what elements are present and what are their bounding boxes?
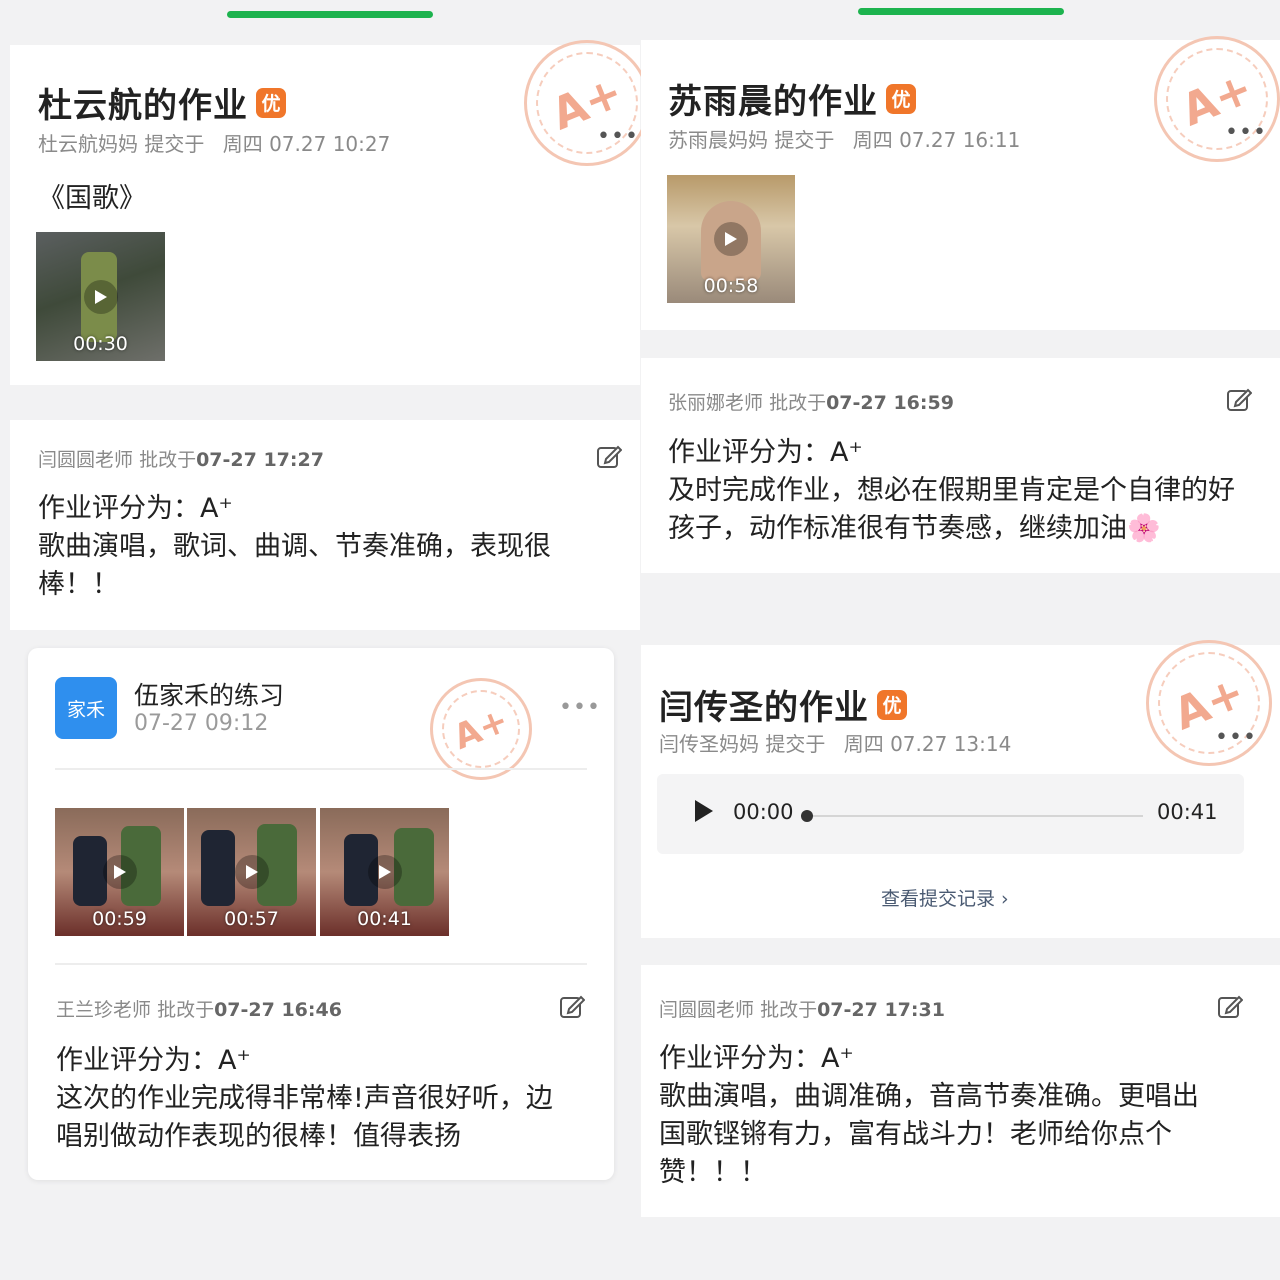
submit-meta: 苏雨晨妈妈 提交于 周四 07.27 16:11 bbox=[668, 124, 1020, 153]
play-icon[interactable] bbox=[693, 798, 715, 824]
divider bbox=[55, 768, 587, 770]
submitted-label: 提交于 bbox=[774, 128, 835, 152]
graded-time: 07-27 16:46 bbox=[214, 999, 342, 1021]
review-text: 作业评分为：A⁺ 及时完成作业，想必在假期里肯定是个自律的好 孩子，动作标准很有… bbox=[668, 434, 1268, 548]
student-avatar[interactable]: 家禾 bbox=[55, 677, 117, 739]
video-duration: 00:58 bbox=[703, 275, 759, 297]
review-comment-2: 孩子，动作标准很有节奏感，继续加油🌸 bbox=[668, 513, 1161, 544]
scroll-indicator bbox=[227, 11, 433, 18]
review-grade: 作业评分为：A⁺ bbox=[668, 437, 863, 468]
play-icon bbox=[234, 855, 269, 889]
video-thumbnail-3[interactable]: 00:41 bbox=[320, 808, 449, 936]
submitted-label: 提交于 bbox=[144, 132, 205, 156]
video-duration: 00:59 bbox=[92, 908, 147, 930]
card-title-row: 苏雨晨的作业 优 bbox=[668, 74, 916, 123]
submit-time: 周四 07.27 13:14 bbox=[843, 732, 1012, 756]
video-thumbnail-1[interactable]: 00:59 bbox=[55, 808, 184, 936]
review-meta: 闫圆圆老师 批改于07-27 17:27 bbox=[38, 445, 324, 472]
review-comment-2: 棒！！ bbox=[38, 569, 119, 600]
teacher-name: 张丽娜老师 bbox=[668, 392, 764, 414]
review-text: 作业评分为：A⁺ 歌曲演唱，曲调准确，音高节奏准确。更唱出 国歌铿锵有力，富有战… bbox=[659, 1040, 1259, 1192]
submitted-label: 提交于 bbox=[765, 732, 826, 756]
submit-meta: 杜云航妈妈 提交于 周四 07.27 10:27 bbox=[38, 128, 390, 157]
audio-progress-handle[interactable] bbox=[801, 810, 813, 822]
graded-time: 07-27 17:27 bbox=[196, 449, 324, 471]
video-duration: 00:30 bbox=[73, 333, 128, 355]
video-duration: 00:57 bbox=[224, 908, 279, 930]
review-comment-2: 国歌铿锵有力，富有战斗力！老师给你点个 bbox=[659, 1119, 1172, 1150]
audio-total-time: 00:41 bbox=[1157, 800, 1218, 824]
teacher-name: 王兰珍老师 bbox=[56, 999, 152, 1021]
submitter-name: 闫传圣妈妈 bbox=[659, 732, 759, 756]
submitter-name: 苏雨晨妈妈 bbox=[668, 128, 768, 152]
review-comment-1: 这次的作业完成得非常棒!声音很好听，边 bbox=[56, 1083, 553, 1114]
more-options-icon[interactable]: ••• bbox=[559, 697, 601, 719]
view-submission-records-link[interactable]: 查看提交记录 › bbox=[881, 884, 1009, 911]
play-icon bbox=[714, 222, 748, 256]
submitter-name: 杜云航妈妈 bbox=[38, 132, 138, 156]
more-options-icon[interactable]: ••• bbox=[1225, 122, 1267, 144]
review-meta: 王兰珍老师 批改于07-27 16:46 bbox=[56, 995, 342, 1022]
review-meta: 闫圆圆老师 批改于07-27 17:31 bbox=[659, 995, 945, 1022]
play-icon bbox=[367, 855, 402, 889]
graded-label: 批改于 bbox=[157, 999, 215, 1021]
audio-player: 00:00 00:41 bbox=[657, 774, 1244, 854]
card-title-row: 杜云航的作业 优 bbox=[38, 78, 286, 127]
more-options-icon[interactable]: ••• bbox=[597, 126, 639, 148]
card-title-row: 闫传圣的作业 优 bbox=[659, 680, 907, 729]
review-grade: 作业评分为：A⁺ bbox=[38, 493, 233, 524]
play-icon bbox=[102, 855, 137, 889]
card-title: 苏雨晨的作业 bbox=[668, 82, 878, 122]
teacher-name: 闫圆圆老师 bbox=[38, 449, 134, 471]
graded-label: 批改于 bbox=[769, 392, 827, 414]
edit-icon[interactable] bbox=[596, 443, 622, 469]
review-comment-2: 唱别做动作表现的很棒！值得表扬 bbox=[56, 1121, 461, 1152]
grade-stamp: A+ bbox=[430, 678, 532, 780]
review-meta: 张丽娜老师 批改于07-27 16:59 bbox=[668, 388, 954, 415]
review-grade: 作业评分为：A⁺ bbox=[659, 1043, 854, 1074]
scroll-indicator bbox=[858, 8, 1064, 15]
graded-time: 07-27 16:59 bbox=[826, 392, 954, 414]
video-thumbnail[interactable]: 00:30 bbox=[36, 232, 165, 361]
video-thumbnail[interactable]: 00:58 bbox=[667, 175, 795, 303]
graded-label: 批改于 bbox=[139, 449, 197, 471]
excellent-badge: 优 bbox=[886, 83, 916, 114]
edit-icon[interactable] bbox=[1217, 993, 1243, 1019]
review-comment-3: 赞！！！ bbox=[659, 1157, 767, 1188]
excellent-badge: 优 bbox=[877, 689, 907, 720]
song-title: 《国歌》 bbox=[38, 183, 146, 214]
video-thumbnail-2[interactable]: 00:57 bbox=[187, 808, 316, 936]
excellent-badge: 优 bbox=[256, 87, 286, 118]
graded-label: 批改于 bbox=[760, 999, 818, 1021]
review-comment-1: 及时完成作业，想必在假期里肯定是个自律的好 bbox=[668, 475, 1235, 506]
edit-icon[interactable] bbox=[559, 993, 585, 1019]
video-duration: 00:41 bbox=[357, 908, 412, 930]
submit-meta: 闫传圣妈妈 提交于 周四 07.27 13:14 bbox=[659, 728, 1011, 757]
teacher-name: 闫圆圆老师 bbox=[659, 999, 755, 1021]
practice-date: 07-27 09:12 bbox=[134, 711, 269, 736]
review-grade: 作业评分为：A⁺ bbox=[56, 1045, 251, 1076]
card-title: 杜云航的作业 bbox=[38, 86, 248, 126]
audio-current-time: 00:00 bbox=[733, 800, 794, 824]
card-title: 闫传圣的作业 bbox=[659, 688, 869, 728]
graded-time: 07-27 17:31 bbox=[817, 999, 945, 1021]
practice-title: 伍家禾的练习 bbox=[134, 681, 285, 710]
submit-time: 周四 07.27 16:11 bbox=[852, 128, 1021, 152]
review-text: 作业评分为：A⁺ 歌曲演唱，歌词、曲调、节奏准确，表现很 棒！！ bbox=[38, 490, 628, 604]
edit-icon[interactable] bbox=[1226, 386, 1252, 412]
more-options-icon[interactable]: ••• bbox=[1215, 727, 1257, 749]
audio-progress-track[interactable] bbox=[813, 815, 1143, 817]
review-text: 作业评分为：A⁺ 这次的作业完成得非常棒!声音很好听，边 唱别做动作表现的很棒！… bbox=[56, 1042, 601, 1156]
review-comment-1: 歌曲演唱，曲调准确，音高节奏准确。更唱出 bbox=[659, 1081, 1199, 1112]
submit-time: 周四 07.27 10:27 bbox=[222, 132, 391, 156]
review-comment-1: 歌曲演唱，歌词、曲调、节奏准确，表现很 bbox=[38, 531, 551, 562]
play-icon bbox=[83, 279, 118, 314]
divider bbox=[55, 963, 587, 965]
